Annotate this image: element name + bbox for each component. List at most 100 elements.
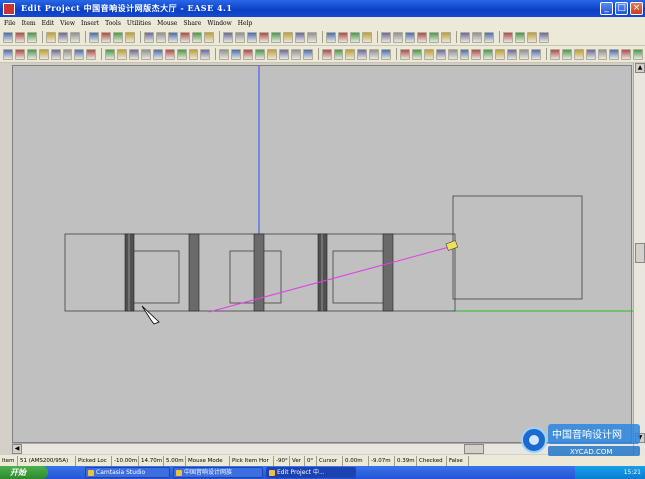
toolbar-tool-icon[interactable] — [247, 31, 257, 43]
toolbar-tool-icon[interactable] — [219, 48, 230, 60]
toolbar-tool-icon[interactable] — [483, 48, 494, 60]
toolbar-tool-icon[interactable] — [283, 31, 293, 43]
toolbar-tool-icon[interactable] — [267, 48, 277, 60]
title-bar[interactable]: Edit Project 中国音响设计网版杰大厅 - EASE 4.1 _ □ … — [0, 0, 645, 17]
toolbar-tool-icon[interactable] — [484, 31, 494, 43]
toolbar-tool-icon[interactable] — [585, 48, 596, 60]
inner-square[interactable] — [332, 250, 386, 304]
toolbar-tool-icon[interactable] — [495, 48, 506, 60]
toolbar-tool-icon[interactable] — [140, 48, 151, 60]
scroll-up-arrow-icon[interactable]: ▲ — [635, 63, 645, 73]
toolbar-tool-icon[interactable] — [429, 31, 439, 43]
toolbar-tool-icon[interactable] — [101, 31, 111, 43]
task-browser[interactable]: 中国音响设计网族 — [173, 467, 263, 478]
toolbar-tool-icon[interactable] — [597, 48, 608, 60]
toolbar-tool-icon[interactable] — [307, 31, 317, 43]
toolbar-tool-icon[interactable] — [168, 31, 178, 43]
pillar[interactable] — [124, 233, 135, 312]
close-button[interactable]: × — [630, 2, 643, 15]
menu-mouse[interactable]: Mouse — [157, 20, 177, 27]
menu-tools[interactable]: Tools — [105, 20, 121, 27]
toolbar-tool-icon[interactable] — [633, 48, 644, 60]
toolbar-tool-icon[interactable] — [362, 31, 372, 43]
toolbar-tool-icon[interactable] — [113, 31, 123, 43]
toolbar-tool-icon[interactable] — [393, 31, 403, 43]
toolbar-tool-icon[interactable] — [609, 48, 620, 60]
toolbar-tool-icon[interactable] — [531, 48, 541, 60]
toolbar-tool-icon[interactable] — [38, 48, 49, 60]
toolbar-tool-icon[interactable] — [400, 48, 410, 60]
start-button[interactable]: 开始 — [0, 466, 48, 479]
pillar[interactable] — [188, 233, 200, 312]
toolbar-tool-icon[interactable] — [188, 48, 199, 60]
toolbar-tool-icon[interactable] — [621, 48, 632, 60]
toolbar-tool-icon[interactable] — [243, 48, 254, 60]
toolbar-tool-icon[interactable] — [3, 48, 13, 60]
toolbar-tool-icon[interactable] — [164, 48, 175, 60]
toolbar-tool-icon[interactable] — [295, 31, 305, 43]
toolbar-tool-icon[interactable] — [50, 48, 61, 60]
minimize-button[interactable]: _ — [600, 2, 613, 15]
toolbar-tool-icon[interactable] — [89, 31, 99, 43]
toolbar-tool-icon[interactable] — [561, 48, 572, 60]
toolbar-tool-icon[interactable] — [117, 48, 128, 60]
toolbar-tool-icon[interactable] — [519, 48, 529, 60]
toolbar-tool-icon[interactable] — [14, 48, 25, 60]
menu-help[interactable]: Help — [238, 20, 253, 27]
toolbar-tool-icon[interactable] — [447, 48, 458, 60]
toolbar-tool-icon[interactable] — [460, 31, 470, 43]
toolbar-tool-icon[interactable] — [471, 48, 482, 60]
toolbar-tool-icon[interactable] — [459, 48, 470, 60]
vertical-scroll-thumb[interactable] — [635, 243, 645, 263]
toolbar-tool-icon[interactable] — [180, 31, 190, 43]
toolbar-tool-icon[interactable] — [503, 31, 513, 43]
vertical-scrollbar[interactable]: ▲ ▼ — [633, 63, 645, 455]
menu-utilities[interactable]: Utilities — [127, 20, 151, 27]
pillar[interactable] — [382, 233, 394, 312]
toolbar-tool-icon[interactable] — [417, 31, 427, 43]
toolbar-tool-icon[interactable] — [338, 31, 348, 43]
maximize-button[interactable]: □ — [615, 2, 628, 15]
toolbar-tool-icon[interactable] — [321, 48, 332, 60]
toolbar-tool-icon[interactable] — [223, 31, 233, 43]
toolbar-tool-icon[interactable] — [105, 48, 116, 60]
toolbar-tool-icon[interactable] — [435, 48, 446, 60]
toolbar-tool-icon[interactable] — [573, 48, 584, 60]
toolbar-tool-icon[interactable] — [381, 48, 392, 60]
toolbar-tool-icon[interactable] — [27, 31, 37, 43]
task-camtasia[interactable]: Camtasia Studio — [85, 467, 170, 478]
scroll-left-arrow-icon[interactable]: ◀ — [12, 444, 22, 454]
toolbar-tool-icon[interactable] — [507, 48, 518, 60]
toolbar-tool-icon[interactable] — [152, 48, 163, 60]
toolbar-tool-icon[interactable] — [381, 31, 391, 43]
inner-square[interactable] — [132, 250, 180, 304]
menu-file[interactable]: File — [4, 20, 16, 27]
toolbar-tool-icon[interactable] — [62, 48, 73, 60]
toolbar-tool-icon[interactable] — [472, 31, 482, 43]
toolbar-tool-icon[interactable] — [192, 31, 202, 43]
toolbar-tool-icon[interactable] — [369, 48, 380, 60]
horizontal-scroll-thumb[interactable] — [464, 444, 484, 454]
pillar[interactable] — [317, 233, 328, 312]
toolbar-tool-icon[interactable] — [441, 31, 451, 43]
toolbar-tool-icon[interactable] — [144, 31, 154, 43]
toolbar-tool-icon[interactable] — [423, 48, 434, 60]
menu-item[interactable]: Item — [22, 20, 36, 27]
drawing-canvas[interactable] — [12, 65, 633, 443]
menu-view[interactable]: View — [60, 20, 75, 27]
loudspeaker-icon[interactable] — [445, 240, 459, 251]
toolbar-tool-icon[interactable] — [70, 31, 80, 43]
menu-insert[interactable]: Insert — [81, 20, 99, 27]
toolbar-tool-icon[interactable] — [125, 31, 135, 43]
toolbar-tool-icon[interactable] — [231, 48, 242, 60]
toolbar-tool-icon[interactable] — [333, 48, 344, 60]
toolbar-tool-icon[interactable] — [46, 31, 56, 43]
toolbar-tool-icon[interactable] — [411, 48, 422, 60]
toolbar-tool-icon[interactable] — [235, 31, 245, 43]
toolbar-tool-icon[interactable] — [255, 48, 265, 60]
task-ease[interactable]: Edit Project 中... — [266, 467, 356, 478]
toolbar-tool-icon[interactable] — [129, 48, 139, 60]
toolbar-tool-icon[interactable] — [539, 31, 549, 43]
toolbar-tool-icon[interactable] — [549, 48, 560, 60]
toolbar-tool-icon[interactable] — [58, 31, 68, 43]
